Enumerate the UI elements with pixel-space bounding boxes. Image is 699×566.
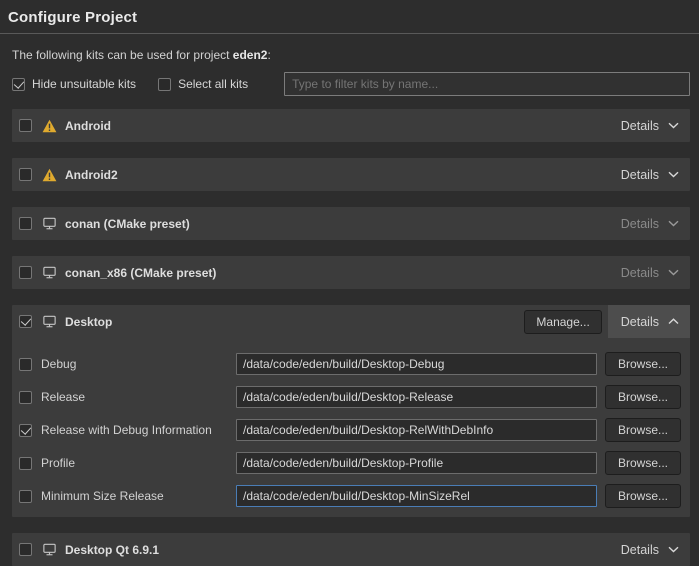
kit-name: Android — [65, 119, 111, 133]
config-checkbox[interactable] — [19, 358, 32, 371]
kit-checkbox[interactable] — [19, 217, 32, 230]
checkbox-icon[interactable] — [12, 78, 25, 91]
details-toggle[interactable]: Details — [608, 305, 690, 338]
kit-name: conan (CMake preset) — [65, 217, 190, 231]
kit-name: Android2 — [65, 168, 118, 182]
kit-checkbox[interactable] — [19, 543, 32, 556]
build-config-row-debug: Debug Browse... — [19, 352, 681, 376]
kit-row-desktop-qt[interactable]: Desktop Qt 6.9.1 Details — [12, 533, 690, 566]
config-label: Release — [41, 390, 85, 404]
page-header: Configure Project — [0, 0, 699, 34]
kit-row-desktop[interactable]: Desktop Manage... Details — [12, 305, 690, 338]
details-label: Details — [621, 315, 659, 329]
chevron-up-icon — [668, 318, 679, 325]
details-toggle[interactable]: Details — [608, 158, 690, 191]
kit-filter-controls: Hide unsuitable kits Select all kits — [12, 71, 690, 97]
hide-unsuitable-kits-label: Hide unsuitable kits — [32, 77, 136, 91]
build-dir-input-minsizerel[interactable] — [236, 485, 597, 507]
chevron-down-icon — [668, 269, 679, 276]
kit-panel-desktop-qt: Desktop Qt 6.9.1 Details — [12, 533, 690, 566]
details-toggle[interactable]: Details — [608, 533, 690, 566]
kit-row-conan[interactable]: conan (CMake preset) Details — [12, 207, 690, 240]
kit-name: conan_x86 (CMake preset) — [65, 266, 216, 280]
page-title: Configure Project — [8, 9, 137, 26]
kit-panel-conan: conan (CMake preset) Details — [12, 207, 690, 240]
details-toggle[interactable]: Details — [608, 109, 690, 142]
chevron-down-icon — [668, 171, 679, 178]
details-label: Details — [621, 217, 659, 231]
config-label-area: Minimum Size Release — [19, 489, 236, 503]
select-all-kits-checkbox[interactable]: Select all kits — [158, 77, 248, 91]
build-dir-input-release[interactable] — [236, 386, 597, 408]
browse-button[interactable]: Browse... — [605, 484, 681, 508]
manage-kits-button[interactable]: Manage... — [524, 310, 601, 334]
kit-panel-desktop: Desktop Manage... Details Debug Browse..… — [12, 305, 690, 517]
details-label: Details — [621, 119, 659, 133]
checkbox-icon[interactable] — [158, 78, 171, 91]
config-checkbox[interactable] — [19, 457, 32, 470]
desktop-icon — [41, 314, 57, 330]
kit-panel-android2: Android2 Details — [12, 158, 690, 191]
kit-row-android2[interactable]: Android2 Details — [12, 158, 690, 191]
details-toggle: Details — [608, 256, 690, 289]
kit-row-android[interactable]: Android Details — [12, 109, 690, 142]
build-dir-input-profile[interactable] — [236, 452, 597, 474]
kit-panel-android: Android Details — [12, 109, 690, 142]
build-config-row-relwithdebinfo: Release with Debug Information Browse... — [19, 418, 681, 442]
chevron-down-icon — [668, 220, 679, 227]
chevron-down-icon — [668, 546, 679, 553]
kit-checkbox[interactable] — [19, 168, 32, 181]
config-label: Minimum Size Release — [41, 489, 164, 503]
desktop-build-configs: Debug Browse... Release Browse... Releas… — [12, 338, 690, 517]
hide-unsuitable-kits-checkbox[interactable]: Hide unsuitable kits — [12, 77, 136, 91]
build-config-row-profile: Profile Browse... — [19, 451, 681, 475]
kits-description: The following kits can be used for proje… — [12, 48, 699, 62]
kit-list: Android Details Android2 Details — [12, 109, 690, 566]
config-label: Release with Debug Information — [41, 423, 212, 437]
details-label: Details — [621, 168, 659, 182]
config-label-area: Profile — [19, 456, 236, 470]
chevron-down-icon — [668, 122, 679, 129]
kit-name: Desktop Qt 6.9.1 — [65, 543, 159, 557]
kit-checkbox[interactable] — [19, 266, 32, 279]
desktop-icon — [41, 265, 57, 281]
config-label: Profile — [41, 456, 75, 470]
config-checkbox[interactable] — [19, 391, 32, 404]
warning-icon — [41, 167, 57, 183]
build-config-row-minsizerel: Minimum Size Release Browse... — [19, 484, 681, 508]
project-name: eden2 — [233, 48, 268, 62]
desktop-icon — [41, 542, 57, 558]
browse-button[interactable]: Browse... — [605, 418, 681, 442]
config-label-area: Release with Debug Information — [19, 423, 236, 437]
build-dir-input-relwithdebinfo[interactable] — [236, 419, 597, 441]
details-label: Details — [621, 266, 659, 280]
config-label: Debug — [41, 357, 76, 371]
kit-checkbox[interactable] — [19, 119, 32, 132]
kit-panel-conan-x86: conan_x86 (CMake preset) Details — [12, 256, 690, 289]
kit-row-conan-x86[interactable]: conan_x86 (CMake preset) Details — [12, 256, 690, 289]
config-checkbox[interactable] — [19, 490, 32, 503]
config-label-area: Debug — [19, 357, 236, 371]
desktop-icon — [41, 216, 57, 232]
browse-button[interactable]: Browse... — [605, 385, 681, 409]
browse-button[interactable]: Browse... — [605, 352, 681, 376]
build-config-row-release: Release Browse... — [19, 385, 681, 409]
kits-description-suffix: : — [267, 48, 270, 62]
kit-filter-input[interactable] — [284, 72, 690, 96]
build-dir-input-debug[interactable] — [236, 353, 597, 375]
details-toggle: Details — [608, 207, 690, 240]
config-checkbox[interactable] — [19, 424, 32, 437]
select-all-kits-label: Select all kits — [178, 77, 248, 91]
warning-icon — [41, 118, 57, 134]
kit-checkbox[interactable] — [19, 315, 32, 328]
browse-button[interactable]: Browse... — [605, 451, 681, 475]
config-label-area: Release — [19, 390, 236, 404]
details-label: Details — [621, 543, 659, 557]
kit-name: Desktop — [65, 315, 112, 329]
kits-description-text: The following kits can be used for proje… — [12, 48, 233, 62]
